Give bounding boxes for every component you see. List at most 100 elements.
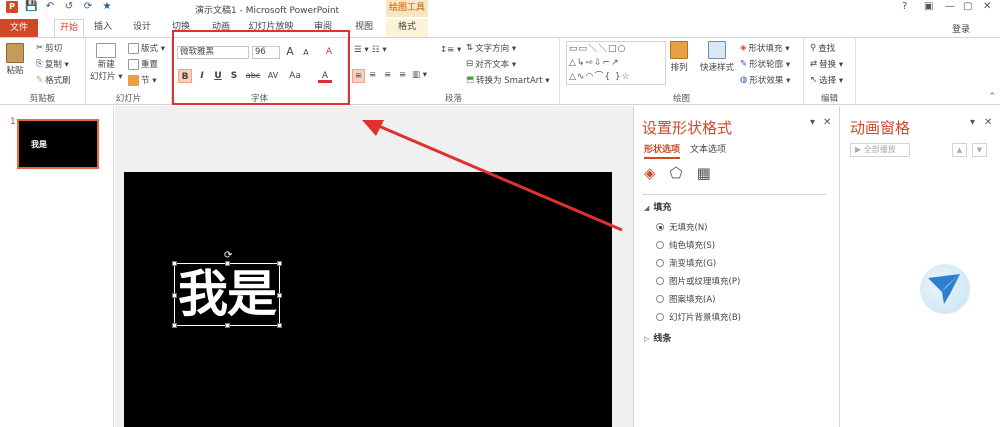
text-direction-button[interactable]: ⇅ 文字方向 ▾ [466,42,516,54]
selected-text-box[interactable]: 我是 ⟳ [172,250,282,328]
new-slide-button[interactable]: 新建 幻灯片 ▾ [90,43,122,82]
quick-styles-button[interactable]: 快速样式 [700,41,734,73]
line-spacing-button[interactable]: ↕≡ ▾ [440,45,461,55]
line-spacing-icon: ↕≡ ▾ [440,45,462,55]
radio-icon [656,313,664,321]
effects-icon: ◍ [740,75,748,85]
star-icon[interactable]: ★ [101,1,113,13]
undo-icon[interactable]: ↶ [44,1,56,13]
collapse-ribbon-icon[interactable]: ⌃ [988,92,996,102]
bullets-button[interactable]: ☰ ▾ [354,45,369,55]
align-left-icon: ≡ [354,71,363,81]
redo-icon[interactable]: ↺ [63,1,75,13]
effects-pentagon-icon[interactable]: ⬠ [670,164,683,182]
slide-text[interactable]: 我是 [178,264,277,324]
rotate-handle-icon[interactable]: ⟳ [224,250,232,261]
help-icon[interactable]: ? [902,1,907,12]
powerpoint-app-icon: P [6,1,18,13]
fill-section-header[interactable]: ◢ 填充 [644,200,671,213]
ribbon-display-icon[interactable]: ▣ [924,1,933,12]
layout-button[interactable]: 版式 ▾ [128,42,165,54]
align-center-button[interactable]: ≡ [369,70,376,80]
align-text-button[interactable]: ⊟ 对齐文本 ▾ [466,58,516,70]
align-text-icon: ⊟ [466,59,474,69]
tab-file[interactable]: 文件 [0,19,38,37]
fill-line-icon[interactable]: ◈ [644,164,656,182]
resize-handle[interactable] [172,293,177,298]
slide-thumbnail[interactable]: 我是 [17,119,99,169]
tab-shape-options[interactable]: 形状选项 [644,142,681,159]
resize-handle[interactable] [172,323,177,328]
replace-button[interactable]: ⇄ 替换 ▾ [810,58,843,70]
shape-outline-button[interactable]: ✎ 形状轮廓 ▾ [740,58,790,70]
copy-button[interactable]: ⎘ 复制 ▾ [36,58,69,70]
drawing-group-label: 绘图 [672,94,690,104]
shape-fill-button[interactable]: ◈ 形状填充 ▾ [740,42,790,54]
save-icon[interactable]: 💾 [25,1,37,13]
find-button[interactable]: ⚲ 查找 [810,42,835,54]
size-properties-icon[interactable]: ▦ [697,164,711,182]
thumbnail-text: 我是 [31,140,47,149]
tab-text-options[interactable]: 文本选项 [690,142,726,159]
format-painter-button[interactable]: ✎ 格式刷 [36,74,71,86]
tab-format[interactable]: 格式 [386,19,428,37]
animation-pane-title: 动画窗格 [850,119,911,137]
pane-options-icon[interactable]: ▾ [970,117,975,128]
radio-icon [656,295,664,303]
resize-handle[interactable] [277,261,282,266]
maximize-button[interactable]: ▢ [963,1,972,12]
resize-handle[interactable] [277,293,282,298]
numbering-button[interactable]: ☷ ▾ [372,45,387,55]
clipboard-icon [6,43,24,63]
cut-button[interactable]: ✂ 剪切 [36,42,62,54]
pane-close-icon[interactable]: ✕ [823,117,831,128]
fill-option-pattern[interactable]: 图案填充(A) [656,293,715,305]
line-section-header[interactable]: ▷ 线条 [644,331,671,344]
resize-handle[interactable] [225,261,230,266]
divider [642,194,826,195]
radio-icon [656,277,664,285]
login-link[interactable]: 登录 [952,22,970,35]
tab-home[interactable]: 开始 [54,19,84,37]
minimize-button[interactable]: — [945,1,955,12]
drawing-tools-context-label: 绘图工具 [386,0,428,17]
replace-icon: ⇄ [810,59,818,69]
fill-option-gradient[interactable]: 渐变填充(G) [656,257,716,269]
align-right-button[interactable]: ≡ [384,70,391,80]
close-button[interactable]: ✕ [983,1,991,12]
pane-options-icon[interactable]: ▾ [810,117,815,128]
align-left-button[interactable]: ≡ [352,69,365,83]
tab-view[interactable]: 视图 [353,19,375,37]
shape-effects-button[interactable]: ◍ 形状效果 ▾ [740,74,790,86]
fill-option-solid[interactable]: 纯色填充(S) [656,239,715,251]
tab-insert[interactable]: 插入 [92,19,114,37]
tab-design[interactable]: 设计 [131,19,153,37]
start-from-beginning-icon[interactable]: ⟳ [82,1,94,13]
section-button[interactable]: 节 ▾ [128,74,156,86]
reset-button[interactable]: 重置 [128,58,158,70]
move-up-button[interactable]: ▲ [952,143,967,157]
brush-icon: ✎ [36,75,44,85]
resize-handle[interactable] [225,323,230,328]
paste-button[interactable]: 粘贴 [6,43,24,76]
shapes-gallery[interactable]: ▭▭＼＼□○ △↳⇨⇩⌐↗ △∿◠⌒{ }☆ [566,41,666,85]
pane-close-icon[interactable]: ✕ [984,117,992,128]
align-right-icon: ≡ [384,70,392,80]
move-down-button[interactable]: ▼ [972,143,987,157]
resize-handle[interactable] [277,323,282,328]
animation-pane: 动画窗格 ▾ ✕ ▶ 全部播放 ▲ ▼ [839,106,1000,427]
arrange-button[interactable]: 排列 [670,41,688,73]
justify-button[interactable]: ≡ [399,70,406,80]
fill-option-none[interactable]: 无填充(N) [656,221,708,233]
layout-icon [128,42,139,54]
convert-smartart-button[interactable]: ⬒ 转换为 SmartArt ▾ [466,74,550,86]
columns-button[interactable]: ▥ ▾ [412,70,427,80]
arrange-icon [670,41,688,59]
resize-handle[interactable] [172,261,177,266]
fill-option-slide-background[interactable]: 幻灯片背景填充(B) [656,311,741,323]
play-all-button[interactable]: ▶ 全部播放 [850,143,910,157]
select-button[interactable]: ↖ 选择 ▾ [810,74,843,86]
smartart-icon: ⬒ [466,75,475,85]
paint-bucket-icon: ◈ [740,43,747,53]
fill-option-picture[interactable]: 图片或纹理填充(P) [656,275,740,287]
